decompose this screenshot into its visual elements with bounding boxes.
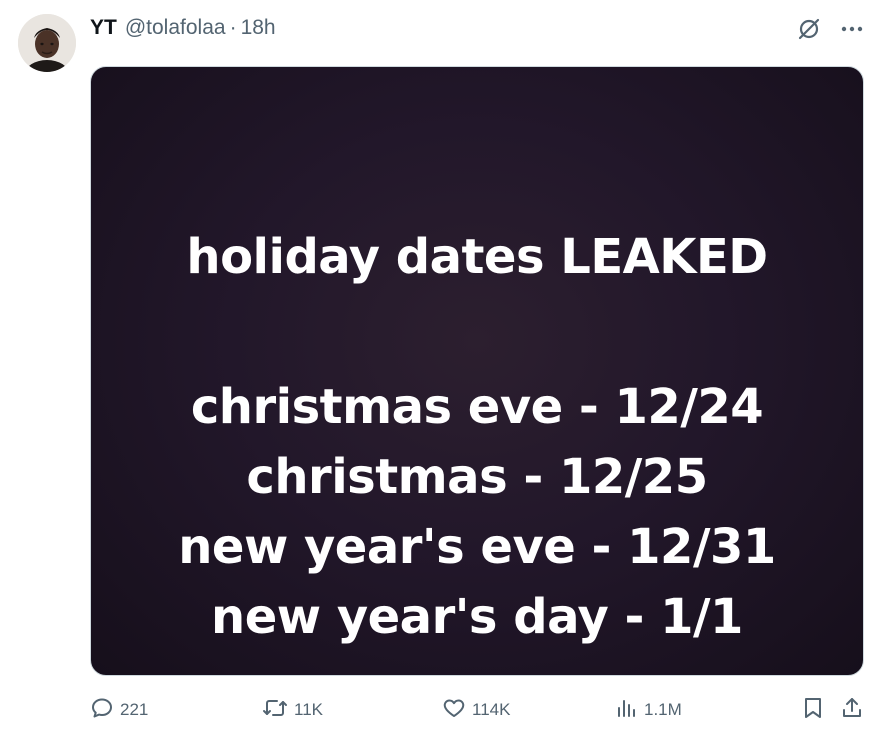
bookmark-icon (802, 696, 824, 725)
more-icon[interactable] (840, 17, 864, 41)
top-right-actions (796, 14, 864, 44)
views-button[interactable]: 1.1M (616, 694, 682, 726)
repost-count: 11K (294, 700, 323, 719)
views-icon (616, 696, 638, 725)
bookmark-button[interactable] (802, 694, 824, 726)
reply-count: 221 (120, 700, 149, 719)
repost-button[interactable]: 11K (262, 694, 323, 726)
separator-dot: · (229, 16, 237, 39)
heart-icon (442, 696, 466, 725)
grok-icon[interactable] (796, 16, 822, 42)
like-button[interactable]: 114K (442, 694, 510, 726)
image-line: new year's eve - 12/31 (178, 519, 776, 575)
post-time[interactable]: 18h (241, 16, 276, 40)
action-bar: 221 11K 114K 1.1M (90, 694, 864, 726)
image-date-list: christmas eve - 12/24 christmas - 12/25 … (91, 372, 863, 652)
author-name[interactable]: YT (90, 16, 117, 40)
views-count: 1.1M (644, 700, 682, 719)
reply-icon (90, 696, 114, 725)
author-handle[interactable]: @tolafolaa (125, 16, 226, 40)
share-button[interactable] (840, 694, 864, 726)
reply-button[interactable]: 221 (90, 694, 148, 726)
like-count: 114K (472, 700, 511, 719)
post-header: YT @tolafolaa · 18h (90, 14, 276, 42)
image-line: christmas eve - 12/24 (190, 379, 764, 435)
image-content: holiday dates LEAKED christmas eve - 12/… (91, 67, 863, 675)
avatar[interactable] (18, 14, 76, 72)
share-icon (840, 696, 864, 725)
image-title: holiday dates LEAKED (186, 229, 768, 285)
image-line: christmas - 12/25 (246, 449, 708, 505)
image-line: new year's day - 1/1 (211, 589, 743, 645)
post-image[interactable]: holiday dates LEAKED christmas eve - 12/… (90, 66, 864, 676)
repost-icon (262, 696, 288, 725)
